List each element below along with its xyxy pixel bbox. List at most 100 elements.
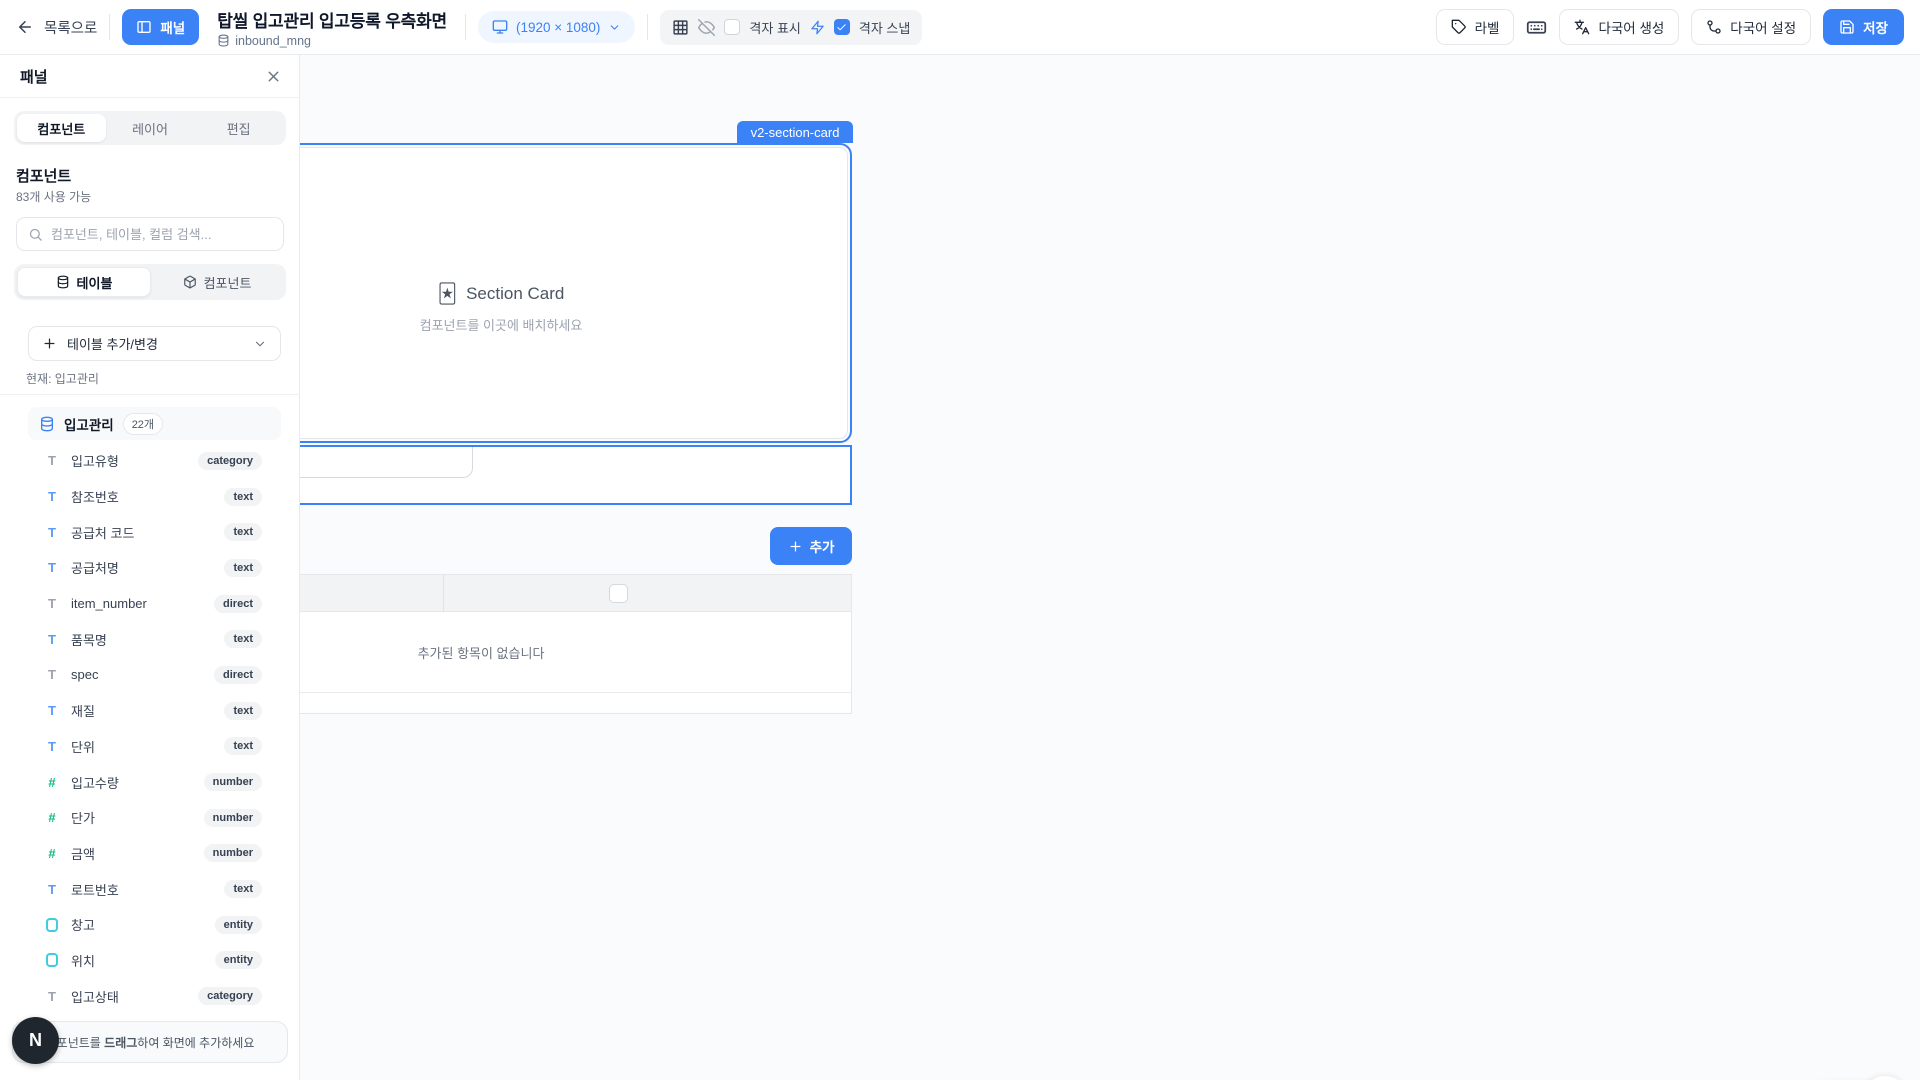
component-panel: 패널 컴포넌트 레이어 편집 컴포넌트 83개 사용 가능 테이블 컴포넌트	[0, 55, 300, 1080]
field-type-badge: entity	[215, 916, 262, 934]
search-icon	[28, 227, 43, 242]
field-name: 입고수량	[71, 773, 193, 792]
field-name: 공급처 코드	[71, 523, 213, 542]
text-field-icon	[44, 453, 60, 468]
field-row[interactable]: specdirect	[0, 657, 300, 693]
table-reference-label: inbound_mng	[235, 34, 311, 48]
grid-snap-label: 격자 스냅	[859, 18, 910, 37]
field-row[interactable]: 입고상태category	[0, 978, 300, 1014]
toolbar-divider	[465, 14, 466, 40]
field-name: 단가	[71, 808, 193, 827]
component-search	[16, 217, 284, 251]
tab-layers[interactable]: 레이어	[106, 114, 195, 142]
text-field-icon	[44, 560, 60, 575]
mode-component-button[interactable]: 컴포넌트	[151, 267, 283, 297]
field-row[interactable]: 참조번호text	[0, 479, 300, 515]
number-field-icon	[44, 846, 60, 861]
tag-icon	[1451, 19, 1467, 35]
drag-hint-bold: 드래그	[104, 1036, 137, 1050]
field-name: 참조번호	[71, 487, 213, 506]
save-button[interactable]: 저장	[1823, 9, 1904, 45]
field-row[interactable]: 재질text	[0, 693, 300, 729]
field-row[interactable]: item_numberdirect	[0, 586, 300, 622]
field-row[interactable]: 위치entity	[0, 943, 300, 979]
table-group-name: 입고관리	[64, 414, 114, 434]
save-button-label: 저장	[1863, 17, 1888, 37]
field-type-badge: number	[204, 809, 262, 827]
entity-field-icon	[44, 953, 60, 967]
panel-toggle-button[interactable]: 패널	[122, 9, 199, 45]
top-toolbar: 목록으로 패널 탑씰 입고관리 입고등록 우측화면 inbound_mng (1…	[0, 0, 1920, 55]
field-row[interactable]: 입고수량 number	[0, 764, 300, 800]
tab-components[interactable]: 컴포넌트	[17, 114, 106, 142]
tab-edit[interactable]: 편집	[194, 114, 283, 142]
ui-builder-page: 목록으로 패널 탑씰 입고관리 입고등록 우측화면 inbound_mng (1…	[0, 0, 1920, 1080]
i18n-generate-button[interactable]: 다국어 생성	[1559, 9, 1679, 45]
components-section-title: 컴포넌트	[16, 165, 71, 186]
add-row-button[interactable]: 추가	[770, 527, 852, 565]
close-icon	[265, 68, 282, 85]
grid-icon	[672, 19, 689, 36]
database-icon	[217, 34, 230, 47]
assistant-badge[interactable]: 🏝️	[1862, 1076, 1908, 1080]
plus-icon	[42, 336, 57, 351]
column-divider	[443, 575, 444, 612]
text-field-icon	[44, 489, 60, 504]
text-field-icon	[44, 596, 60, 611]
field-row[interactable]: 금액 number	[0, 836, 300, 872]
field-name: 입고상태	[71, 987, 187, 1006]
section-card-hint: 컴포넌트를 이곳에 배치하세요	[420, 315, 583, 334]
field-row[interactable]: 로트번호text	[0, 871, 300, 907]
field-row[interactable]: 품목명text	[0, 621, 300, 657]
field-row[interactable]: 입고유형category	[0, 443, 300, 479]
panel-divider	[0, 97, 300, 98]
field-name: spec	[71, 667, 203, 682]
grid-snap-checkbox[interactable]	[834, 19, 850, 35]
i18n-settings-label: 다국어 설정	[1730, 17, 1796, 37]
field-row[interactable]: 공급처명text	[0, 550, 300, 586]
i18n-settings-button[interactable]: 다국어 설정	[1691, 9, 1811, 45]
app-logo-badge[interactable]: N	[12, 1017, 59, 1064]
back-to-list-button[interactable]: 목록으로	[16, 17, 97, 38]
field-name: 품목명	[71, 630, 213, 649]
component-search-input[interactable]	[51, 227, 272, 242]
field-name: 창고	[71, 915, 204, 934]
field-name: item_number	[71, 596, 203, 611]
select-all-checkbox[interactable]	[609, 584, 628, 603]
card-emoji-icon: 🃏	[438, 283, 457, 306]
field-type-badge: number	[204, 844, 262, 862]
field-name: 금액	[71, 844, 193, 863]
field-row[interactable]: 창고 entity	[0, 907, 300, 943]
field-type-badge: category	[198, 452, 262, 470]
translate-icon	[1574, 19, 1590, 35]
panel-close-button[interactable]	[265, 66, 285, 86]
add-change-table-button[interactable]: 테이블 추가/변경	[28, 326, 281, 361]
add-row-label: 추가	[810, 536, 835, 556]
resolution-selector[interactable]: (1920 × 1080)	[478, 11, 635, 43]
number-field-icon	[44, 810, 60, 825]
field-type-badge: text	[224, 737, 262, 755]
mode-table-label: 테이블	[77, 273, 113, 292]
field-type-badge: number	[204, 773, 262, 791]
field-name: 단위	[71, 737, 213, 756]
lightning-icon	[810, 20, 825, 35]
field-row[interactable]: 단위 text	[0, 729, 300, 765]
toolbar-divider	[109, 14, 110, 40]
table-group-header[interactable]: 입고관리 22개	[28, 407, 281, 440]
label-button[interactable]: 라벨	[1436, 9, 1515, 45]
keyboard-shortcuts-button[interactable]	[1526, 17, 1547, 38]
text-field-icon	[44, 703, 60, 718]
panel-divider	[0, 394, 300, 395]
mode-table-button[interactable]: 테이블	[17, 267, 151, 297]
field-type-badge: text	[224, 523, 262, 541]
field-row[interactable]: 단가 number	[0, 800, 300, 836]
grid-options-group: 격자 표시 격자 스냅	[660, 10, 922, 45]
field-list: 입고유형category 참조번호text 공급처 코드text 공급처명tex…	[0, 443, 300, 1014]
text-field-icon	[44, 882, 60, 897]
chevron-down-icon	[608, 21, 621, 34]
i18n-generate-label: 다국어 생성	[1598, 17, 1664, 37]
grid-show-checkbox[interactable]	[724, 19, 740, 35]
field-type-badge: entity	[215, 951, 262, 969]
text-field-icon	[44, 667, 60, 682]
field-row[interactable]: 공급처 코드 text	[0, 514, 300, 550]
